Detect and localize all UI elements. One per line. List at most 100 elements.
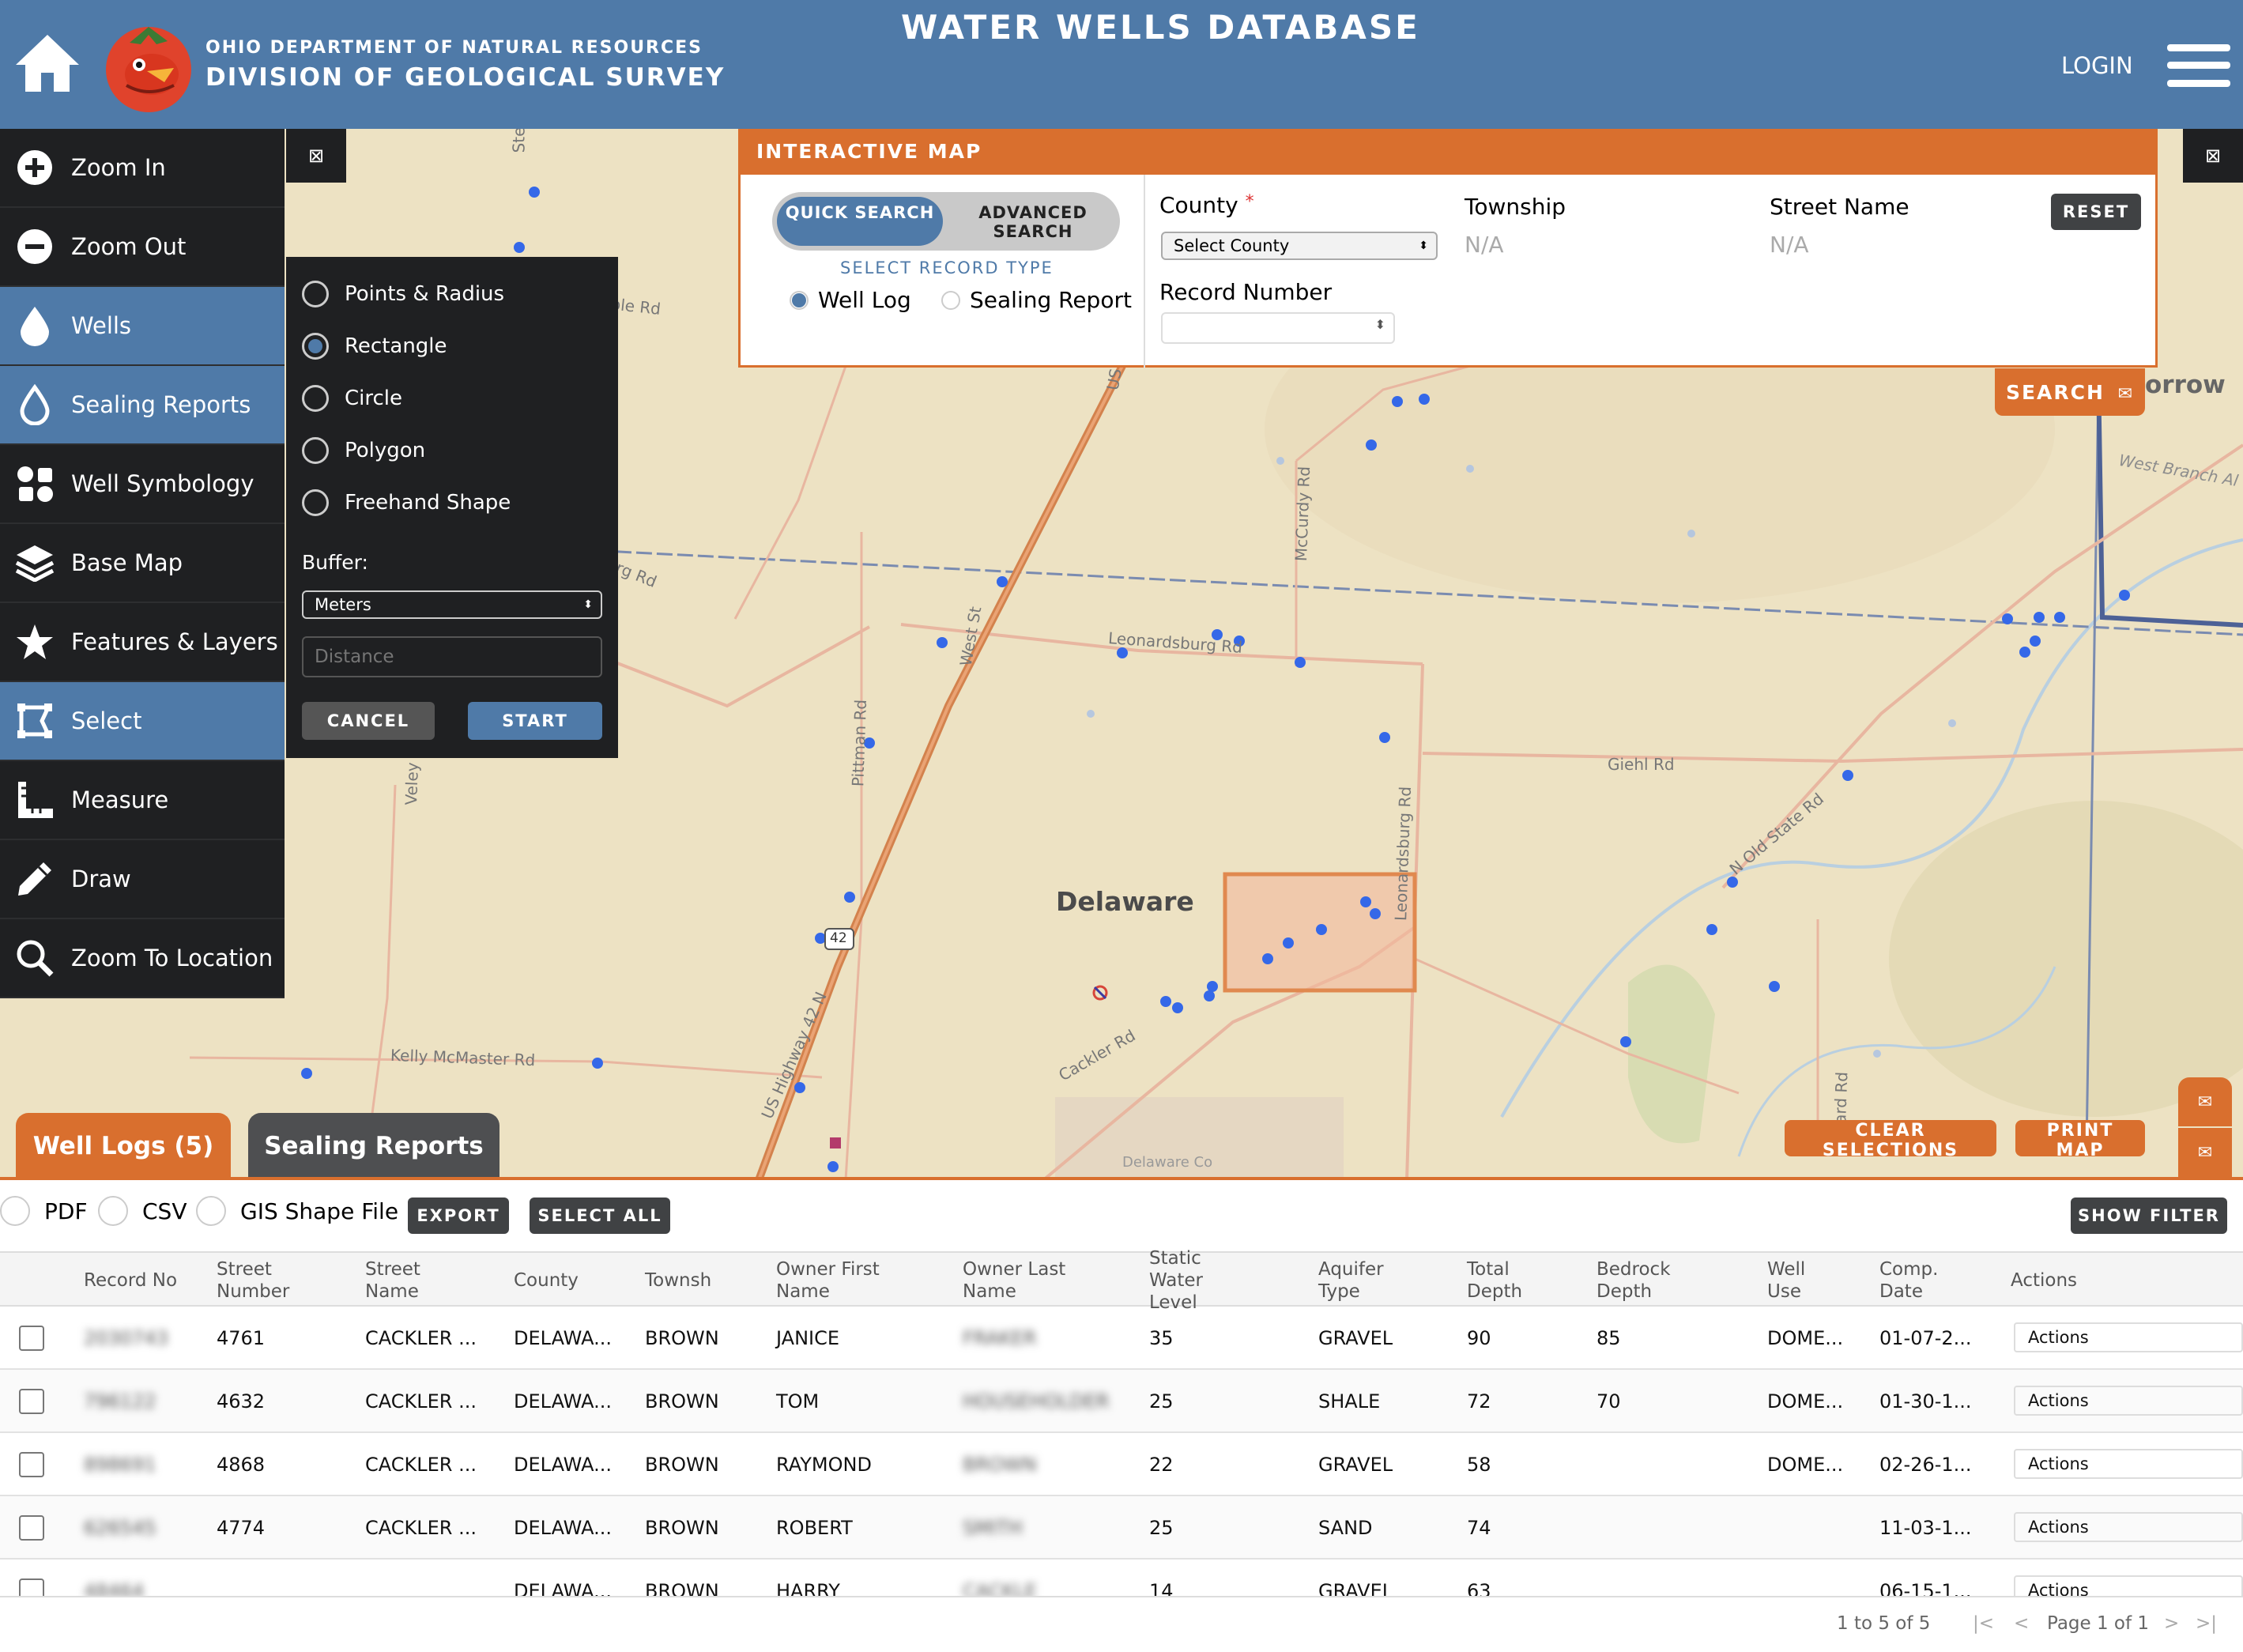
- cell-static-water: 22: [1149, 1454, 1174, 1476]
- tab-sealing-reports[interactable]: Sealing Reports: [248, 1113, 499, 1179]
- select-option-freehand[interactable]: Freehand Shape: [286, 477, 618, 529]
- select-all-button[interactable]: SELECT ALL: [530, 1198, 670, 1234]
- row-checkbox[interactable]: [19, 1560, 44, 1596]
- row-checkbox[interactable]: [19, 1433, 44, 1496]
- pager-first-icon[interactable]: |<: [1973, 1613, 1994, 1634]
- col-street-number[interactable]: Street Number: [217, 1253, 327, 1308]
- actions-dropdown[interactable]: Actions: [2014, 1449, 2243, 1479]
- buffer-distance-input[interactable]: [302, 636, 602, 677]
- panel-close-icon-right[interactable]: ⊠: [2183, 129, 2243, 183]
- interactive-map-panel: INTERACTIVE MAP QUICK SEARCH ADVANCED SE…: [738, 129, 2158, 368]
- radio[interactable]: [302, 385, 329, 412]
- col-total-depth[interactable]: Total Depth: [1467, 1253, 1554, 1308]
- row-checkbox[interactable]: [19, 1496, 44, 1560]
- actions-dropdown[interactable]: Actions: [2014, 1322, 2243, 1352]
- tool-zoom-in[interactable]: Zoom In: [0, 129, 285, 208]
- table-row[interactable]: 2030743 4761 CACKLER ... DELAWA... BROWN…: [0, 1307, 2243, 1370]
- tab-well-logs[interactable]: Well Logs (5): [16, 1113, 231, 1179]
- select-option-circle[interactable]: Circle: [286, 372, 618, 424]
- record-number-input[interactable]: ⬍: [1161, 312, 1395, 344]
- pager-last-icon[interactable]: >|: [2196, 1613, 2217, 1634]
- select-option-points-radius[interactable]: Points & Radius: [286, 268, 618, 320]
- col-county[interactable]: County: [514, 1253, 624, 1308]
- map-side-button-bottom[interactable]: ✉: [2178, 1128, 2232, 1177]
- select-option-rectangle[interactable]: Rectangle: [286, 320, 618, 372]
- reset-button[interactable]: RESET: [2051, 194, 2141, 230]
- export-pdf-option[interactable]: PDF: [0, 1196, 88, 1226]
- radio[interactable]: [302, 489, 329, 516]
- cell-owner-first: HARRY: [776, 1580, 840, 1596]
- row-checkbox[interactable]: [19, 1307, 44, 1370]
- tool-zoom-out[interactable]: Zoom Out: [0, 208, 285, 287]
- radio-selected[interactable]: [790, 290, 809, 310]
- home-icon[interactable]: [14, 32, 81, 95]
- buffer-label: Buffer:: [302, 551, 368, 574]
- radio[interactable]: [0, 1196, 30, 1226]
- actions-dropdown[interactable]: Actions: [2014, 1512, 2243, 1542]
- radio[interactable]: [302, 437, 329, 464]
- actions-dropdown[interactable]: Actions: [2014, 1386, 2243, 1416]
- table-row[interactable]: 898691 4868 CACKLER ... DELAWA... BROWN …: [0, 1433, 2243, 1496]
- table-row[interactable]: 796122 4632 CACKLER ... DELAWA... BROWN …: [0, 1370, 2243, 1433]
- select-option-polygon[interactable]: Polygon: [286, 424, 618, 477]
- col-static-water-level[interactable]: Static Water Level: [1149, 1248, 1236, 1313]
- export-gis-option[interactable]: GIS Shape File: [196, 1196, 398, 1226]
- table-row[interactable]: 626545 4774 CACKLER ... DELAWA... BROWN …: [0, 1496, 2243, 1560]
- tool-label: Well Symbology: [71, 470, 254, 497]
- map-side-button-top[interactable]: ✉: [2178, 1077, 2232, 1126]
- col-well-use[interactable]: Well Use: [1767, 1253, 1838, 1308]
- tool-base-map[interactable]: Base Map: [0, 524, 285, 603]
- search-button[interactable]: SEARCH ✉: [1995, 368, 2145, 416]
- pager-next-icon[interactable]: >: [2164, 1613, 2179, 1634]
- stepper-icon[interactable]: ⬍: [1375, 317, 1385, 332]
- login-link[interactable]: LOGIN: [2061, 52, 2133, 79]
- col-owner-last-name[interactable]: Owner Last Name: [963, 1253, 1097, 1308]
- col-comp-date[interactable]: Comp. Date: [1879, 1253, 1974, 1308]
- tool-measure[interactable]: Measure: [0, 761, 285, 840]
- radio[interactable]: [196, 1196, 226, 1226]
- cell-well-use: DOME...: [1767, 1390, 1844, 1412]
- cell-static-water: 14: [1149, 1580, 1174, 1596]
- results-table-body: 2030743 4761 CACKLER ... DELAWA... BROWN…: [0, 1307, 2243, 1596]
- tool-features-layers[interactable]: Features & Layers: [0, 603, 285, 682]
- radio[interactable]: [302, 281, 329, 307]
- buffer-units-select[interactable]: Meters ⬍: [302, 590, 602, 619]
- row-checkbox[interactable]: [19, 1370, 44, 1433]
- col-township[interactable]: Townsh: [645, 1253, 740, 1308]
- tool-well-symbology[interactable]: Well Symbology: [0, 445, 285, 524]
- tool-draw[interactable]: Draw: [0, 840, 285, 919]
- show-filter-button[interactable]: SHOW FILTER: [2071, 1198, 2227, 1234]
- clear-selections-button[interactable]: CLEAR SELECTIONS: [1785, 1120, 1996, 1160]
- tool-select[interactable]: Select: [0, 682, 285, 761]
- radio[interactable]: [98, 1196, 128, 1226]
- sealing-report-radio[interactable]: Sealing Report: [941, 287, 1132, 313]
- col-street-name[interactable]: Street Name: [365, 1253, 476, 1308]
- col-aquifer-type[interactable]: Aquifer Type: [1318, 1253, 1429, 1308]
- tool-wells[interactable]: Wells: [0, 287, 285, 366]
- tool-sealing-reports[interactable]: Sealing Reports: [0, 366, 285, 445]
- print-map-button[interactable]: PRINT MAP: [2015, 1120, 2145, 1160]
- advanced-search-toggle[interactable]: ADVANCED SEARCH: [954, 197, 1112, 246]
- export-csv-option[interactable]: CSV: [98, 1196, 187, 1226]
- panel-close-icon-left[interactable]: ⊠: [286, 129, 346, 183]
- start-button[interactable]: START: [468, 702, 602, 740]
- radio[interactable]: [941, 290, 960, 310]
- col-record-no[interactable]: Record No: [84, 1253, 194, 1308]
- actions-dropdown[interactable]: Actions: [2014, 1575, 2243, 1596]
- tool-zoom-to-location[interactable]: Zoom To Location: [0, 919, 285, 998]
- well-log-radio[interactable]: Well Log: [790, 287, 911, 313]
- menu-icon[interactable]: [2167, 44, 2230, 87]
- search-mode-toggle[interactable]: QUICK SEARCH ADVANCED SEARCH: [772, 192, 1120, 251]
- col-actions[interactable]: Actions: [2011, 1253, 2105, 1308]
- col-owner-first-name[interactable]: Owner First Name: [776, 1253, 910, 1308]
- col-bedrock-depth[interactable]: Bedrock Depth: [1596, 1253, 1699, 1308]
- export-button[interactable]: EXPORT: [408, 1198, 509, 1234]
- county-select[interactable]: Select County ⬍: [1161, 232, 1438, 260]
- map-label-route-42: 42: [830, 930, 847, 946]
- table-row[interactable]: 48464 DELAWA... BROWN HARRY CACKLE 14 GR…: [0, 1560, 2243, 1596]
- cancel-button[interactable]: CANCEL: [302, 702, 435, 740]
- quick-search-toggle[interactable]: QUICK SEARCH: [777, 197, 943, 246]
- envelope-icon: ✉: [2117, 383, 2135, 404]
- pager-prev-icon[interactable]: <: [2014, 1613, 2029, 1634]
- radio-selected[interactable]: [302, 333, 329, 360]
